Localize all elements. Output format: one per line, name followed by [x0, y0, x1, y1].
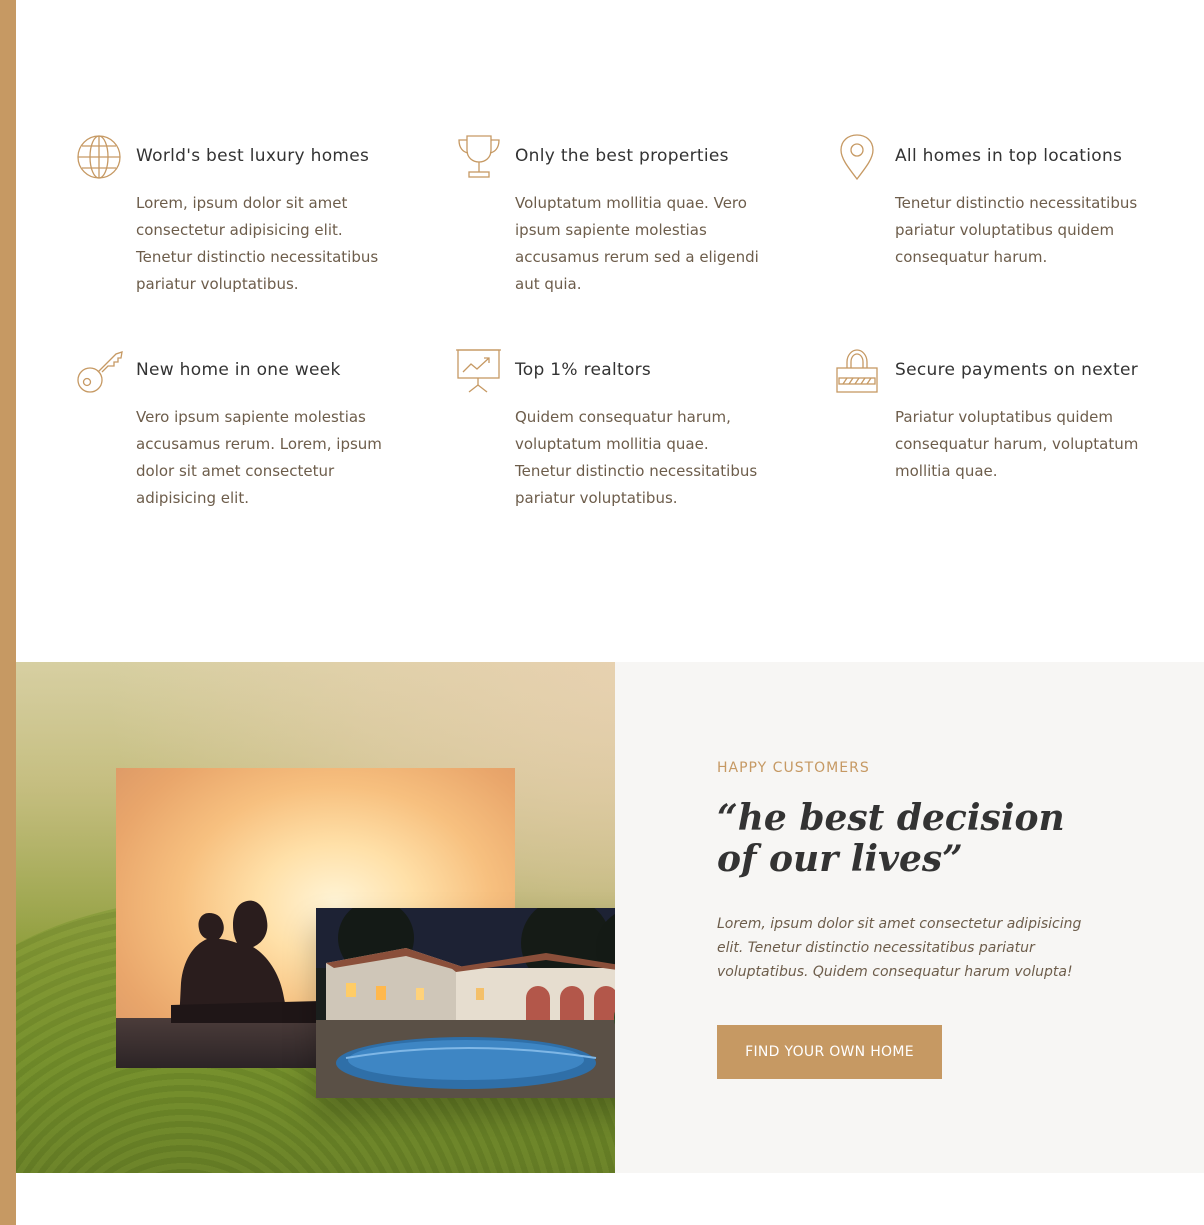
testimonial-quote: “he best decision of our lives”: [717, 797, 1065, 880]
feature-title: Top 1% realtors: [515, 360, 652, 380]
feature-text: Voluptatum mollitia quae. Vero ipsum sap…: [515, 194, 759, 293]
section-eyebrow: HAPPY CUSTOMERS: [717, 760, 870, 776]
globe-icon: [76, 134, 124, 182]
left-accent-bar: [0, 0, 16, 1225]
testimonial-panel: HAPPY CUSTOMERS “he best decision of our…: [615, 662, 1204, 1173]
trophy-icon: [455, 134, 503, 182]
couple-silhouette: [171, 900, 321, 1023]
map-pin-icon: [835, 134, 883, 182]
feature-title: All homes in top locations: [895, 146, 1123, 166]
testimonial-section: HAPPY CUSTOMERS “he best decision of our…: [16, 662, 1204, 1173]
feature-text: Quidem consequatur harum, voluptatum mol…: [515, 408, 758, 507]
feature-title: World's best luxury homes: [136, 146, 370, 166]
key-icon: [76, 348, 124, 396]
feature-text: Lorem, ipsum dolor sit amet consectetur …: [136, 194, 379, 293]
find-home-button[interactable]: FIND YOUR OWN HOME: [717, 1025, 942, 1079]
feature-text: Tenetur distinctio necessitatibus pariat…: [895, 194, 1138, 266]
feature-title: New home in one week: [136, 360, 341, 380]
features-section: World's best luxury homes Lorem, ipsum d…: [16, 0, 1204, 662]
presentation-chart-icon: [455, 348, 503, 396]
feature-title: Secure payments on nexter: [895, 360, 1139, 380]
feature-title: Only the best properties: [515, 146, 729, 166]
feature-text: Pariatur voluptatibus quidem consequatur…: [895, 408, 1139, 480]
villa-pool-photo: [316, 908, 660, 1098]
feature-text: Vero ipsum sapiente molestias accusamus …: [136, 408, 382, 507]
padlock-icon: [835, 348, 883, 396]
villa-illustration: [316, 908, 660, 1098]
testimonial-body: Lorem, ipsum dolor sit amet consectetur …: [717, 916, 1082, 980]
